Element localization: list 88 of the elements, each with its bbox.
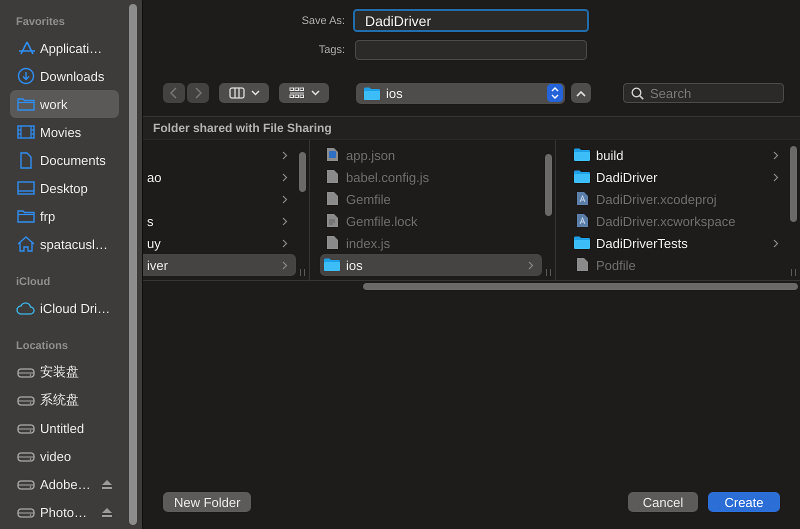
sidebar-item[interactable]: Adobe…: [10, 470, 119, 498]
section-header: Folder shared with File Sharing: [143, 116, 800, 140]
sidebar-item[interactable]: video: [10, 442, 119, 470]
folder-icon: [574, 170, 590, 184]
scrollbar[interactable]: [363, 283, 798, 290]
up-button[interactable]: [571, 83, 591, 103]
sidebar-item[interactable]: Untitled: [10, 414, 119, 442]
sidebar-item[interactable]: Desktop: [10, 174, 119, 202]
sidebar-item[interactable]: Applicati…: [10, 34, 119, 62]
resize-handle[interactable]: [546, 269, 551, 276]
scrollbar[interactable]: [299, 152, 306, 192]
chevron-icon: [282, 172, 288, 182]
chevron-up-icon: [576, 90, 586, 96]
sidebar-item[interactable]: Downloads: [10, 62, 119, 90]
section-title: Locations: [15, 339, 69, 354]
file-icon: [324, 192, 340, 206]
chevron-icon: [773, 238, 779, 248]
xcode-file-icon: [574, 214, 590, 228]
house-icon: [16, 235, 36, 253]
section-title: Favorites: [15, 15, 66, 30]
file-row[interactable]: DadiDriverTests: [570, 232, 787, 254]
text-file-icon: [324, 214, 340, 228]
group-button[interactable]: [279, 83, 329, 103]
xcode-file-icon: [574, 192, 590, 206]
file-row[interactable]: s: [143, 210, 296, 232]
file-icon: [324, 236, 340, 250]
eject-icon[interactable]: [101, 506, 113, 518]
tags-field[interactable]: [355, 40, 587, 60]
file-row[interactable]: build: [570, 144, 787, 166]
folder-icon: [364, 86, 380, 100]
folder-icon: [324, 258, 340, 272]
scrollbar[interactable]: [790, 146, 797, 222]
sidebar-item[interactable]: frp: [10, 202, 119, 230]
resize-handle[interactable]: [300, 269, 305, 276]
chevron-icon: [282, 150, 288, 160]
chevron-left-icon: [170, 87, 178, 99]
dialog-button[interactable]: Create: [708, 492, 780, 512]
folder-icon: [574, 148, 590, 162]
sidebar-item[interactable]: Movies: [10, 118, 119, 146]
chevron-icon: [282, 194, 288, 204]
file-icon: [574, 258, 590, 272]
back-button[interactable]: [163, 83, 185, 103]
grid-icon: [288, 87, 304, 99]
download-icon: [16, 67, 36, 85]
file-row[interactable]: uy: [143, 232, 296, 254]
folder-icon: [574, 236, 590, 250]
sidebar-item[interactable]: Photo…: [10, 498, 119, 526]
file-row[interactable]: DadiDriver: [570, 166, 787, 188]
forward-button[interactable]: [187, 83, 209, 103]
chevron-down-icon: [310, 90, 320, 96]
chevron-icon: [528, 260, 534, 270]
desktop-icon: [16, 179, 36, 197]
sidebar-item[interactable]: 系统盘: [10, 386, 119, 414]
file-icon: [324, 170, 340, 184]
columns-icon: [228, 87, 244, 99]
file-row[interactable]: ios: [320, 254, 542, 276]
column-view-button[interactable]: [219, 83, 269, 103]
film-icon: [16, 123, 36, 141]
apps-icon: [16, 39, 36, 57]
sidebar-item[interactable]: Documents: [10, 146, 119, 174]
scrollbar[interactable]: [545, 154, 552, 216]
dialog-button[interactable]: Cancel: [628, 492, 698, 512]
json-file-icon: [324, 148, 340, 162]
chevron-down-icon: [250, 90, 260, 96]
section-title: iCloud: [15, 275, 52, 290]
chevron-right-icon: [194, 87, 202, 99]
chevron-icon: [282, 260, 288, 270]
save-as-field[interactable]: DadiDriver: [353, 9, 589, 32]
search-field[interactable]: Search: [623, 83, 784, 103]
resize-handle[interactable]: [791, 269, 796, 276]
sidebar-item[interactable]: work: [10, 90, 119, 118]
dialog-button[interactable]: New Folder: [163, 492, 252, 512]
file-row[interactable]: ao: [143, 166, 296, 188]
chevron-icon: [773, 172, 779, 182]
chevron-icon: [282, 216, 288, 226]
chevron-icon: [282, 238, 288, 248]
save-as-label: Save As:: [300, 14, 346, 26]
sidebar-item[interactable]: 安装盘: [10, 358, 119, 386]
sidebar-item[interactable]: spatacusl…: [10, 230, 119, 258]
chevron-icon: [773, 150, 779, 160]
stepper-icon: [547, 84, 563, 102]
eject-icon[interactable]: [101, 478, 113, 490]
sidebar-item[interactable]: iCloud Dri…: [10, 294, 119, 322]
tags-label: Tags:: [318, 44, 346, 56]
scrollbar[interactable]: [129, 4, 137, 525]
location-popup[interactable]: ios: [356, 82, 565, 104]
search-icon: [631, 87, 644, 100]
file-row[interactable]: iver: [143, 254, 296, 276]
